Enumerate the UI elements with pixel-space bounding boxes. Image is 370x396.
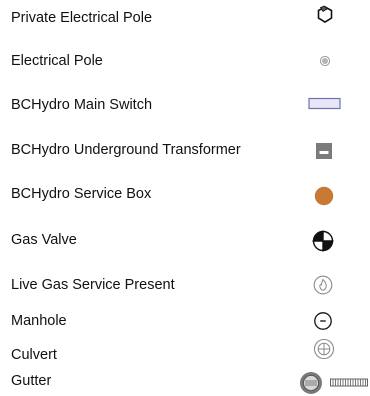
main-switch-rect-icon <box>308 97 342 111</box>
legend-label: Gutter <box>11 373 52 389</box>
culvert-crossed-circle-icon <box>313 338 335 360</box>
symbol-legend: Private Electrical Pole Electrical Pole … <box>0 0 370 396</box>
legend-label: Electrical Pole <box>11 53 103 69</box>
pole-dot-icon <box>318 54 332 68</box>
legend-label: Gas Valve <box>11 232 77 248</box>
gutter-grate-icon <box>330 378 368 388</box>
gutter-drain-icon <box>298 371 324 395</box>
legend-label: BCHydro Service Box <box>11 186 152 202</box>
gas-valve-crosshair-icon <box>312 230 334 252</box>
legend-label: Live Gas Service Present <box>11 277 175 293</box>
manhole-circle-icon <box>313 311 333 331</box>
legend-label: Culvert <box>11 347 57 363</box>
transformer-square-icon <box>315 142 333 160</box>
legend-label: BCHydro Main Switch <box>11 97 153 113</box>
legend-label: Private Electrical Pole <box>11 10 153 26</box>
legend-label: Manhole <box>11 313 67 329</box>
service-box-circle-icon <box>314 186 334 206</box>
legend-label: BCHydro Underground Transformer <box>11 142 241 158</box>
hexagon-pole-icon <box>315 4 335 26</box>
gas-flame-icon <box>313 275 333 295</box>
